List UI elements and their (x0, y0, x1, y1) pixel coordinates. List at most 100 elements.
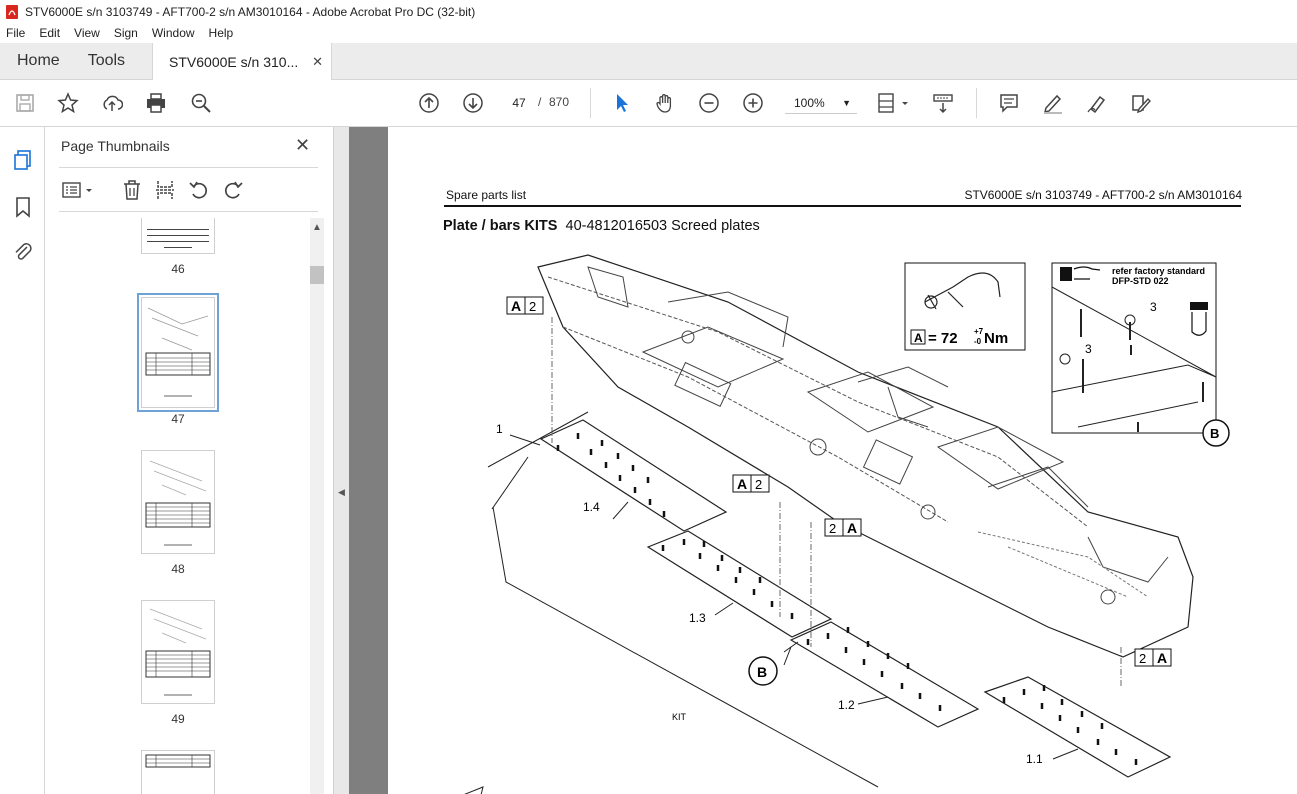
item-1-3-label: 1.3 (689, 611, 706, 625)
next-page-icon[interactable] (462, 92, 484, 114)
print-icon[interactable] (145, 92, 167, 114)
menu-help[interactable]: Help (202, 26, 241, 40)
callout-a-label: A (511, 298, 521, 314)
thumbnail-label: 47 (171, 412, 185, 426)
svg-text:2: 2 (755, 477, 762, 492)
thumbnail-label: 49 (171, 712, 185, 726)
item-1-2-label: 1.2 (838, 698, 855, 712)
rotate-clockwise-icon[interactable] (222, 179, 244, 201)
highlight-pen-icon[interactable] (1042, 92, 1064, 114)
bookmarks-icon[interactable] (12, 196, 34, 218)
scroll-up-icon[interactable]: ▲ (312, 222, 322, 233)
save-icon[interactable] (14, 92, 36, 114)
factory-text-line1: refer factory standard (1112, 266, 1205, 276)
toolbar-divider (590, 88, 591, 118)
callout-a2-middle: A 2 (732, 474, 770, 493)
thumbnail-page-50[interactable] (141, 750, 215, 794)
item-1-label: 1 (496, 422, 503, 436)
acrobat-icon (6, 4, 18, 19)
panel-collapse-gutter[interactable]: ◀ (333, 127, 349, 794)
kit-label: KIT (672, 712, 687, 722)
zoom-in-icon[interactable] (742, 92, 764, 114)
thumbnail-page-48[interactable] (141, 450, 215, 554)
thumbnail-page-47[interactable] (137, 293, 219, 412)
share-upload-icon[interactable] (101, 92, 123, 114)
tab-close-icon[interactable]: ✕ (312, 54, 323, 70)
pdf-page: Spare parts list STV6000E s/n 3103749 - … (388, 127, 1297, 794)
thumbnail-list: 46 47 48 49 (59, 218, 307, 794)
page-thumbnails-icon[interactable] (12, 149, 34, 171)
scroll-mode-icon[interactable] (932, 92, 954, 114)
svg-text:A: A (1157, 650, 1167, 666)
thumbnail-options-icon[interactable] (61, 179, 95, 201)
tab-home[interactable]: Home (0, 43, 74, 79)
torque-value: = 72 (928, 330, 958, 347)
window-title: STV6000E s/n 3103749 - AFT700-2 s/n AM30… (25, 4, 476, 19)
sign-pen-icon[interactable] (1086, 92, 1108, 114)
svg-text:3: 3 (1150, 300, 1157, 314)
panel-divider (59, 211, 318, 212)
svg-text:A: A (847, 520, 857, 536)
page-number-input[interactable]: 47 (503, 92, 535, 114)
page-total: 870 (549, 95, 570, 109)
bookmark-star-icon[interactable] (57, 92, 79, 114)
item-1-4-label: 1.4 (583, 500, 600, 514)
callout-2a-middle: 2 A (824, 518, 862, 537)
menu-file[interactable]: File (0, 26, 32, 40)
menu-bar: File Edit View Sign Window Help (0, 23, 1297, 43)
comment-icon[interactable] (998, 92, 1020, 114)
svg-text:A: A (737, 476, 747, 492)
menu-edit[interactable]: Edit (32, 26, 67, 40)
fit-page-icon[interactable] (876, 92, 912, 114)
thumbnail-scrollbar[interactable] (310, 218, 324, 794)
title-bar: STV6000E s/n 3103749 - AFT700-2 s/n AM30… (0, 0, 1297, 23)
thumbnail-page-46[interactable] (141, 218, 215, 254)
exploded-parts-drawing: A 2 A 2 2 A 2 A B A = 72 +7 -0 Nm refer … (464, 254, 1230, 794)
panel-title: Page Thumbnails (61, 138, 170, 154)
hand-tool-icon[interactable] (654, 92, 676, 114)
callout-2a-right: 2 A (1134, 648, 1172, 667)
toolbar-divider (976, 88, 977, 118)
panel-divider (59, 167, 318, 168)
delete-trash-icon[interactable] (121, 179, 143, 201)
svg-text:A: A (914, 331, 923, 345)
menu-view[interactable]: View (67, 26, 107, 40)
document-view[interactable]: Spare parts list STV6000E s/n 3103749 - … (349, 127, 1297, 794)
factory-text-line2: DFP-STD 022 (1112, 276, 1169, 286)
collapse-left-icon[interactable]: ◀ (338, 487, 345, 498)
svg-text:3: 3 (1085, 342, 1092, 356)
svg-text:2: 2 (1139, 651, 1146, 666)
tab-tools[interactable]: Tools (74, 43, 139, 79)
attachments-paperclip-icon[interactable] (12, 241, 34, 263)
svg-text:-0: -0 (974, 337, 982, 346)
svg-text:2: 2 (829, 521, 836, 536)
zoom-level-select[interactable]: 100% ▼ (785, 92, 857, 114)
panel-close-icon[interactable]: ✕ (295, 135, 310, 156)
previous-page-icon[interactable] (418, 92, 440, 114)
chevron-down-icon: ▼ (842, 98, 851, 108)
thumbnail-page-49[interactable] (141, 600, 215, 704)
select-cursor-icon[interactable] (610, 92, 632, 114)
scrollbar-thumb[interactable] (310, 266, 324, 284)
svg-text:B: B (1210, 426, 1219, 441)
thumbnail-preview (145, 754, 211, 768)
torque-detail-box: A = 72 +7 -0 Nm (904, 262, 1026, 351)
page-separator: / (538, 95, 542, 109)
zoom-level-value: 100% (794, 96, 825, 110)
menu-window[interactable]: Window (145, 26, 202, 40)
tab-bar: Home Tools STV6000E s/n 310... ✕ (0, 43, 1297, 80)
callout-two: 2 (529, 299, 536, 314)
thumbnail-preview (145, 460, 211, 546)
callout-b-label: B (757, 664, 767, 680)
page-thumbnails-panel: Page Thumbnails ✕ 46 47 48 49 ▲ (45, 127, 333, 794)
zoom-out-icon[interactable] (698, 92, 720, 114)
menu-sign[interactable]: Sign (107, 26, 145, 40)
zoom-search-icon[interactable] (190, 92, 212, 114)
edit-document-icon[interactable] (1130, 92, 1152, 114)
extract-pages-icon[interactable] (154, 179, 176, 201)
torque-unit: Nm (984, 330, 1008, 347)
svg-text:+7: +7 (974, 327, 984, 336)
rotate-counterclockwise-icon[interactable] (188, 179, 210, 201)
thumbnail-preview (145, 608, 211, 696)
tab-document[interactable]: STV6000E s/n 310... ✕ (152, 43, 333, 80)
